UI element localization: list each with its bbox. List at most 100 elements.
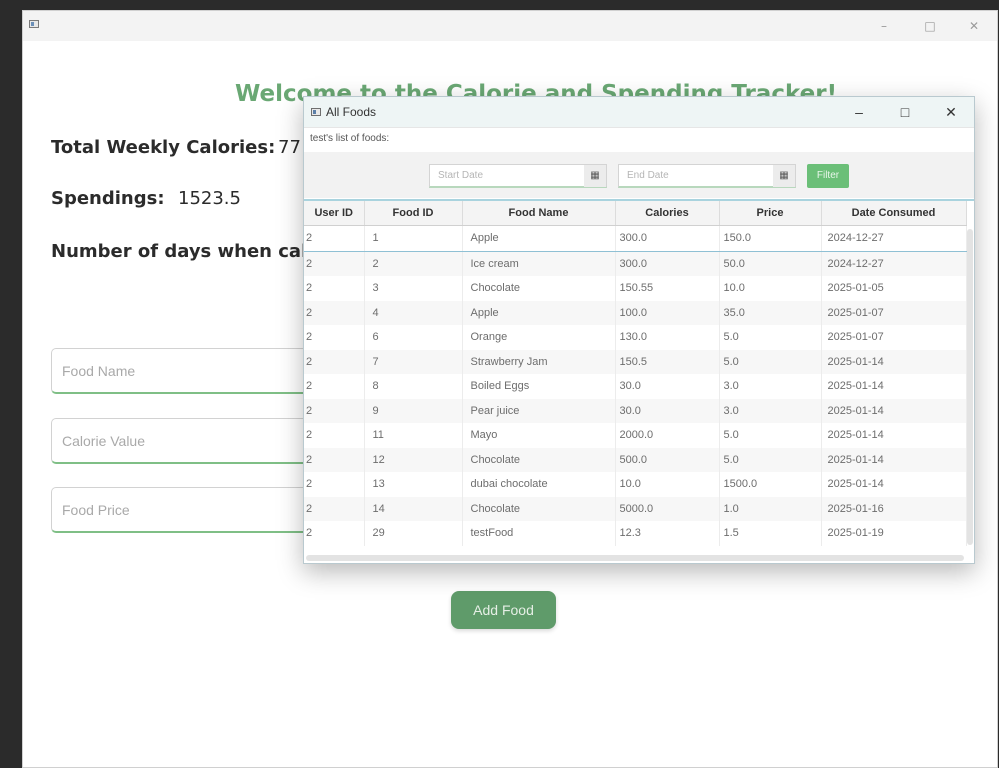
table-row[interactable]: 2 3 Chocolate 150.55 10.0 2025-01-05 [304, 276, 967, 301]
table-cell: 30.0 [615, 374, 720, 399]
table-row[interactable]: 2 9 Pear juice 30.0 3.0 2025-01-14 [304, 398, 967, 423]
table-row[interactable]: 2 11 Mayo 2000.0 5.0 2025-01-14 [304, 423, 967, 448]
table-header-row: User ID Food ID Food Name Calories Price… [304, 201, 967, 226]
table-row[interactable]: 2 4 Apple 100.0 35.0 2025-01-07 [304, 300, 967, 325]
food-price-input[interactable]: Food Price [51, 487, 311, 533]
dialog-minimize-button[interactable]: – [836, 97, 882, 127]
table-row[interactable]: 2 12 Chocolate 500.0 5.0 2025-01-14 [304, 447, 967, 472]
table-cell: 2 [304, 251, 365, 276]
table-cell: 2000.0 [615, 423, 720, 448]
table-cell: 2025-01-05 [821, 276, 967, 301]
table-cell: Mayo [462, 423, 616, 448]
table-cell: 6 [364, 325, 463, 350]
table-row[interactable]: 2 13 dubai chocolate 10.0 1500.0 2025-01-14 [304, 472, 967, 497]
table-cell: 1.0 [719, 496, 822, 521]
table-cell: 2 [304, 225, 365, 252]
table-cell: 3 [364, 276, 463, 301]
table-cell: 1500.0 [719, 472, 822, 497]
table-cell: 50.0 [719, 251, 822, 276]
column-header[interactable]: Calories [615, 201, 720, 226]
column-header[interactable]: Food Name [462, 201, 616, 226]
table-cell: 100.0 [615, 300, 720, 325]
table-cell: 2025-01-14 [821, 423, 967, 448]
table-cell: 12 [364, 447, 463, 472]
table-cell: 2025-01-16 [821, 496, 967, 521]
dialog-app-icon [311, 108, 321, 116]
dialog-titlebar: All Foods – □ ✕ [304, 97, 974, 127]
table-cell: 2 [304, 521, 365, 546]
table-cell: 11 [364, 423, 463, 448]
column-header[interactable]: Food ID [364, 201, 463, 226]
table-row[interactable]: 2 2 Ice cream 300.0 50.0 2024-12-27 [304, 251, 967, 276]
table-row[interactable]: 2 14 Chocolate 5000.0 1.0 2025-01-16 [304, 496, 967, 521]
table-cell: 2024-12-27 [821, 225, 967, 252]
table-cell: 2 [304, 398, 365, 423]
maximize-button[interactable]: □ [907, 11, 953, 41]
dialog-close-button[interactable]: ✕ [928, 97, 974, 127]
table-cell: 2 [304, 496, 365, 521]
column-header[interactable]: Price [719, 201, 822, 226]
table-row[interactable]: 2 29 testFood 12.3 1.5 2025-01-19 [304, 521, 967, 546]
foods-table-container: User ID Food ID Food Name Calories Price… [304, 199, 974, 563]
table-cell: 5.0 [719, 423, 822, 448]
table-cell: Ice cream [462, 251, 616, 276]
end-date-picker[interactable]: End Date ▦ [618, 164, 796, 188]
table-cell: 14 [364, 496, 463, 521]
table-cell: 130.0 [615, 325, 720, 350]
table-cell: 2025-01-14 [821, 374, 967, 399]
table-cell: 2 [304, 374, 365, 399]
table-cell: 2 [364, 251, 463, 276]
table-cell: 2 [304, 423, 365, 448]
calorie-value-input[interactable]: Calorie Value [51, 418, 311, 464]
table-cell: 150.5 [615, 349, 720, 374]
table-row[interactable]: 2 8 Boiled Eggs 30.0 3.0 2025-01-14 [304, 374, 967, 399]
add-food-button[interactable]: Add Food [451, 591, 556, 629]
food-name-input[interactable]: Food Name [51, 348, 311, 394]
calendar-icon[interactable]: ▦ [773, 165, 795, 187]
table-cell: Chocolate [462, 496, 616, 521]
column-header[interactable]: Date Consumed [821, 201, 967, 226]
table-cell: 5.0 [719, 349, 822, 374]
table-cell: dubai chocolate [462, 472, 616, 497]
main-titlebar: – □ ✕ [23, 11, 997, 42]
table-cell: 2 [304, 472, 365, 497]
table-cell: Apple [462, 225, 616, 252]
table-cell: 2025-01-14 [821, 398, 967, 423]
table-cell: 3.0 [719, 374, 822, 399]
close-button[interactable]: ✕ [951, 11, 997, 41]
dialog-subtitle: test's list of foods: [310, 133, 390, 144]
table-cell: 2 [304, 349, 365, 374]
filter-row: Start Date ▦ End Date ▦ Filter [304, 152, 974, 198]
table-cell: 7 [364, 349, 463, 374]
table-cell: Orange [462, 325, 616, 350]
table-cell: 2025-01-14 [821, 447, 967, 472]
table-row[interactable]: 2 6 Orange 130.0 5.0 2025-01-07 [304, 325, 967, 350]
table-row[interactable]: 2 1 Apple 300.0 150.0 2024-12-27 [304, 225, 967, 252]
table-cell: 4 [364, 300, 463, 325]
calendar-icon[interactable]: ▦ [584, 165, 606, 187]
column-header[interactable]: User ID [304, 201, 365, 226]
start-date-picker[interactable]: Start Date ▦ [429, 164, 607, 188]
filter-button[interactable]: Filter [807, 164, 849, 188]
minimize-button[interactable]: – [861, 11, 907, 41]
total-calories-value: 77 [278, 137, 301, 158]
table-cell: Chocolate [462, 447, 616, 472]
vertical-scrollbar[interactable] [967, 229, 973, 545]
table-cell: 2 [304, 300, 365, 325]
table-cell: 2025-01-14 [821, 472, 967, 497]
table-cell: Boiled Eggs [462, 374, 616, 399]
end-date-input[interactable]: End Date [627, 170, 669, 181]
table-row[interactable]: 2 7 Strawberry Jam 150.5 5.0 2025-01-14 [304, 349, 967, 374]
horizontal-scrollbar[interactable] [306, 555, 964, 561]
table-cell: 2025-01-19 [821, 521, 967, 546]
dialog-title: All Foods [326, 105, 377, 119]
table-cell: 500.0 [615, 447, 720, 472]
spendings-label: Spendings: [51, 188, 165, 209]
dialog-maximize-button[interactable]: □ [882, 97, 928, 127]
table-cell: 2 [304, 276, 365, 301]
spendings-value: 1523.5 [178, 188, 241, 209]
table-cell: 2025-01-07 [821, 325, 967, 350]
table-cell: Strawberry Jam [462, 349, 616, 374]
days-label: Number of days when calo [51, 241, 320, 262]
start-date-input[interactable]: Start Date [438, 170, 483, 181]
